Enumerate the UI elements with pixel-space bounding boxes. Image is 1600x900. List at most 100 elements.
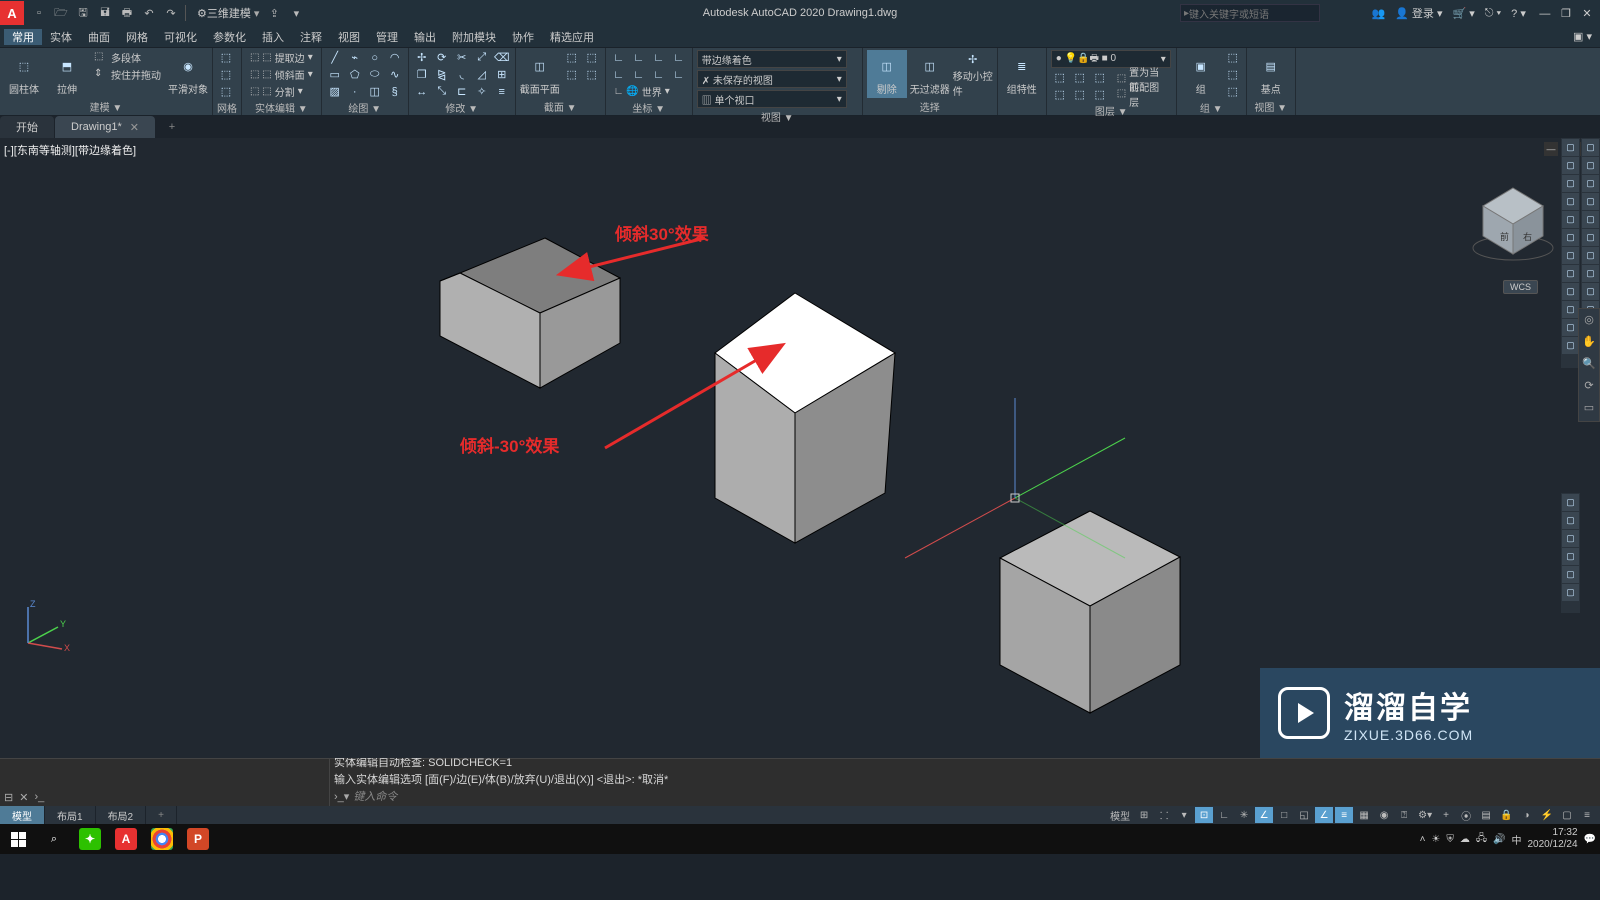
mod-explode[interactable]: ✧ (473, 84, 491, 99)
rtb1b-2[interactable]: ▢ (1562, 512, 1579, 529)
culling-button[interactable]: ◫剔除 (867, 50, 907, 98)
mod-stretch[interactable]: ↔ (413, 84, 431, 99)
rtb2-4[interactable]: ▢ (1582, 193, 1599, 210)
rtb1-11[interactable]: ▢ (1562, 319, 1579, 336)
taper-face-button[interactable]: ⬚ ⬚ 倾斜面 ▾ (246, 67, 317, 82)
tray-onedrive-icon[interactable]: ☁ (1460, 834, 1470, 845)
tab-mesh[interactable]: 网格 (118, 29, 156, 45)
rtb1b-3[interactable]: ▢ (1562, 530, 1579, 547)
mesh-b1[interactable]: ⬚ (217, 50, 235, 65)
rtb1b-4[interactable]: ▢ (1562, 548, 1579, 565)
rtb1-12[interactable]: ▢ (1562, 337, 1579, 354)
lay-b6[interactable]: ⬚ (1091, 87, 1109, 102)
qat-redo-icon[interactable]: ↷ (162, 4, 180, 22)
rtb1b-5[interactable]: ▢ (1562, 566, 1579, 583)
draw-arc[interactable]: ◠ (386, 50, 404, 65)
sb-annotation-icon[interactable]: ⍰ (1395, 807, 1413, 823)
sb-ortho-icon[interactable]: ∟ (1215, 807, 1233, 823)
tray-security-icon[interactable]: ⛨ (1446, 834, 1454, 845)
rtb2-7[interactable]: ▢ (1582, 247, 1599, 264)
task-app-wechat[interactable]: ✦ (72, 824, 108, 854)
presspull-button[interactable]: ⇕按住并拖动 (90, 67, 165, 82)
draw-circle[interactable]: ○ (366, 50, 384, 65)
tray-network-icon[interactable]: 🖧 (1476, 831, 1487, 848)
draw-spline[interactable]: ∿ (386, 67, 404, 82)
sb-modelspace[interactable]: 模型 (1107, 807, 1133, 823)
cmd-pin-icon[interactable]: ⊟ (4, 791, 13, 804)
sb-3dosnap-icon[interactable]: ◱ (1295, 807, 1313, 823)
rtb1-8[interactable]: ▢ (1562, 265, 1579, 282)
restore-button[interactable]: ❐ (1557, 7, 1575, 20)
rtb1b-1[interactable]: ▢ (1562, 494, 1579, 511)
login-button[interactable]: 👤 登录 ▾ (1395, 5, 1442, 21)
sb-polar-icon[interactable]: ✳ (1235, 807, 1253, 823)
rtb2-2[interactable]: ▢ (1582, 157, 1599, 174)
extract-edge-button[interactable]: ⬚ ⬚ 提取边 ▾ (246, 50, 317, 65)
task-app-powerpoint[interactable]: P (180, 824, 216, 854)
rtb2-5[interactable]: ▢ (1582, 211, 1599, 228)
rtb1-4[interactable]: ▢ (1562, 193, 1579, 210)
draw-rect[interactable]: ▭ (326, 67, 344, 82)
panel-section-label[interactable]: 截面 ▼ (520, 98, 601, 114)
lay-b3[interactable]: ⬚ (1091, 70, 1109, 85)
smooth-button[interactable]: ◉平滑对象 (168, 50, 208, 98)
mod-rotate[interactable]: ⟳ (433, 50, 451, 65)
ucs-b1[interactable]: ∟ (610, 50, 628, 65)
ucs-b8[interactable]: ∟ (670, 67, 688, 82)
nav-showmotion-icon[interactable]: ▭ (1581, 401, 1597, 417)
separate-button[interactable]: ⬚ ⬚ 分割 ▾ (246, 84, 317, 99)
viewcube[interactable]: 前 右 (1468, 178, 1558, 268)
tab-layout1[interactable]: 布局1 (45, 806, 96, 824)
wcs-badge[interactable]: WCS (1503, 280, 1538, 294)
sb-custom-icon[interactable]: ≡ (1578, 807, 1596, 823)
tray-clock[interactable]: 17:32 2020/12/24 (1527, 827, 1577, 851)
polysolid-button[interactable]: ⬚多段体 (90, 50, 165, 65)
mod-erase[interactable]: ⌫ (493, 50, 511, 65)
panel-coord-label[interactable]: 坐标 ▼ (610, 99, 688, 115)
tab-express[interactable]: 精选应用 (542, 29, 602, 45)
nav-fullwheel-icon[interactable]: ◎ (1581, 313, 1597, 329)
minimize-button[interactable]: — (1536, 8, 1554, 20)
rtb1-3[interactable]: ▢ (1562, 175, 1579, 192)
file-tab-new[interactable]: + (156, 116, 188, 138)
panel-view-label[interactable]: 视图 ▼ (697, 108, 858, 124)
rtb1-9[interactable]: ▢ (1562, 283, 1579, 300)
exchange-icon[interactable]: 🛒 ▾ (1453, 7, 1475, 20)
ucs-b2[interactable]: ∟ (630, 50, 648, 65)
mod-align[interactable]: ≡ (493, 84, 511, 99)
draw-pline[interactable]: ⌁ (346, 50, 364, 65)
tab-add-layout[interactable]: + (146, 806, 177, 824)
sb-annomonitor-icon[interactable]: + (1437, 807, 1455, 823)
file-tab-drawing1[interactable]: Drawing1*✕ (55, 116, 155, 138)
ucs-b6[interactable]: ∟ (630, 67, 648, 82)
sb-hardware-icon[interactable]: ⚡ (1538, 807, 1556, 823)
tab-layout2[interactable]: 布局2 (96, 806, 147, 824)
draw-helix[interactable]: § (386, 84, 404, 99)
nav-orbit-icon[interactable]: ⟳ (1581, 379, 1597, 395)
tab-insert[interactable]: 插入 (254, 29, 292, 45)
draw-ellipse[interactable]: ⬭ (366, 67, 384, 82)
sb-units-icon[interactable]: ⦿ (1457, 807, 1475, 823)
draw-region[interactable]: ◫ (366, 84, 384, 99)
mod-trim[interactable]: ✂ (453, 50, 471, 65)
panel-modify-label[interactable]: 修改 ▼ (413, 99, 511, 115)
sec-b4[interactable]: ⬚ (583, 67, 601, 82)
rtb1-10[interactable]: ▢ (1562, 301, 1579, 318)
close-button[interactable]: ✕ (1578, 7, 1596, 20)
ucs-b4[interactable]: ∟ (670, 50, 688, 65)
rtb1-6[interactable]: ▢ (1562, 229, 1579, 246)
sb-cycling-icon[interactable]: ◉ (1375, 807, 1393, 823)
base-button[interactable]: ▤基点 (1251, 50, 1291, 98)
infocenter-icon[interactable]: 👥 (1371, 7, 1385, 20)
panel-solidedit-label[interactable]: 实体编辑 ▼ (246, 99, 317, 115)
rtb1-2[interactable]: ▢ (1562, 157, 1579, 174)
app-logo[interactable]: A (0, 1, 24, 25)
tab-output[interactable]: 输出 (406, 29, 444, 45)
rtb1-5[interactable]: ▢ (1562, 211, 1579, 228)
tray-notifications-icon[interactable]: 💬 (1584, 834, 1596, 845)
cmd-close-icon[interactable]: ✕ (19, 791, 28, 804)
tab-addins[interactable]: 附加模块 (444, 29, 504, 45)
file-tab-start[interactable]: 开始 (0, 116, 54, 138)
viewport-config-combo[interactable]: ▥ 单个视口▾ (697, 90, 847, 108)
panel-layers-label[interactable]: 图层 ▼ (1051, 102, 1172, 118)
